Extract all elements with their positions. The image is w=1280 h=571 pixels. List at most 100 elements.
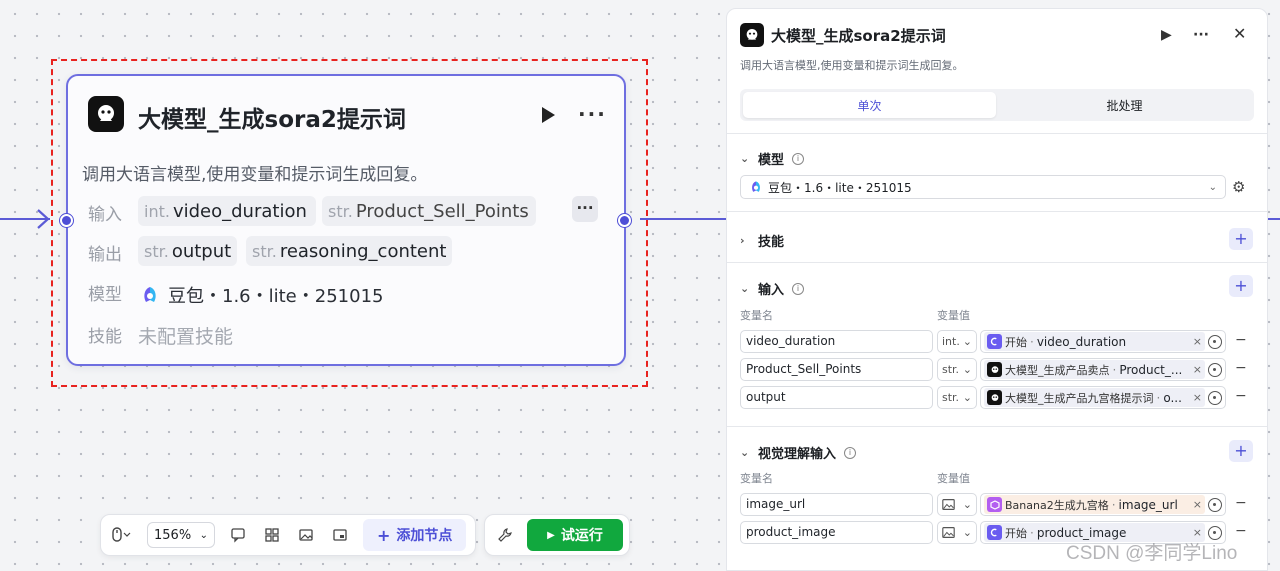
type-tag: str.: [252, 241, 277, 261]
variable-reference[interactable]: 开始 · video_duration ×: [980, 330, 1226, 353]
remove-row-button[interactable]: −: [1235, 495, 1247, 511]
chevron-down-icon: ⌄: [1208, 181, 1217, 193]
vision-section-header[interactable]: ⌄ 视觉理解输入 i: [740, 443, 857, 462]
variable-reference[interactable]: 大模型_生成产品九宫格提示词 · o... ×: [980, 386, 1226, 409]
clear-icon[interactable]: ×: [1193, 363, 1202, 376]
add-node-label: 添加节点: [396, 528, 453, 544]
output-name: output: [171, 240, 232, 262]
skills-section-header[interactable]: › 技能: [740, 231, 784, 250]
output-chip: str. reasoning_content: [246, 236, 453, 266]
doubao-icon: [752, 181, 760, 192]
dot-separator: ·: [1111, 497, 1116, 512]
model-section-header[interactable]: ⌄ 模型 i: [740, 149, 805, 168]
layout-icon[interactable]: [255, 527, 289, 543]
image-icon[interactable]: [289, 527, 323, 543]
variable-name-input[interactable]: product_image: [740, 521, 933, 544]
model-select[interactable]: 豆包・1.6・lite・251015 ⌄: [740, 175, 1226, 199]
variable-type-select[interactable]: str. ⌄: [937, 358, 977, 381]
reference-chip: 大模型_生成产品九宫格提示词 · o... ×: [984, 388, 1205, 407]
reference-source: 开始: [1005, 335, 1027, 349]
variable-name-input[interactable]: image_url: [740, 493, 933, 516]
remove-row-button[interactable]: −: [1235, 360, 1247, 376]
more-inputs-button[interactable]: ···: [572, 196, 598, 222]
variable-reference[interactable]: Banana2生成九宫格 · image_url ×: [980, 493, 1226, 516]
reference-variable: video_duration: [1036, 334, 1127, 349]
chevron-down-icon: ⌄: [962, 363, 972, 376]
input-port[interactable]: [60, 214, 73, 227]
input-section-header[interactable]: ⌄ 输入 i: [740, 279, 805, 298]
variable-type-select[interactable]: str. ⌄: [937, 386, 977, 409]
gear-icon[interactable]: ⚙: [1232, 178, 1245, 196]
watermark: CSDN @李同学Lino: [1066, 543, 1238, 564]
tab-batch[interactable]: 批处理: [998, 92, 1251, 118]
variable-name-input[interactable]: Product_Sell_Points: [740, 358, 933, 381]
section-title: 输入: [758, 283, 785, 298]
zoom-select[interactable]: 156% ⌄: [147, 522, 215, 548]
variable-name-input[interactable]: output: [740, 386, 933, 409]
play-icon[interactable]: [538, 104, 558, 126]
test-run-button[interactable]: ▶ 试运行: [527, 519, 623, 551]
chevron-right-icon: ›: [740, 234, 745, 247]
reference-source: 大模型_生成产品九宫格提示词: [1005, 391, 1154, 405]
remove-row-button[interactable]: −: [1235, 332, 1247, 348]
variable-type: int.: [942, 335, 960, 348]
target-icon[interactable]: [1208, 334, 1222, 349]
target-icon[interactable]: [1208, 362, 1222, 377]
target-icon[interactable]: [1208, 497, 1222, 512]
remove-row-button[interactable]: −: [1235, 523, 1247, 539]
llm-robot-icon: [987, 390, 1002, 405]
llm-robot-icon: [740, 23, 764, 47]
panel-title: 大模型_生成sora2提示词: [771, 27, 946, 45]
column-header-value: 变量值: [937, 472, 970, 485]
clear-icon[interactable]: ×: [1193, 335, 1202, 348]
variable-reference[interactable]: 大模型_生成产品卖点 · Product_... ×: [980, 358, 1226, 381]
plugin-cube-icon: [987, 497, 1002, 512]
variable-type-select[interactable]: int. ⌄: [937, 330, 977, 353]
node-model: 豆包・1.6・lite・251015: [140, 282, 383, 308]
dot-separator: ·: [1156, 390, 1161, 405]
divider: [727, 262, 1267, 263]
input-chip: int. video_duration: [138, 196, 316, 226]
run-toolbar: ▶ 试运行: [484, 514, 630, 556]
more-icon[interactable]: ···: [1193, 27, 1209, 43]
remove-row-button[interactable]: −: [1235, 388, 1247, 404]
zoom-value: 156%: [154, 527, 192, 543]
start-node-icon: [987, 334, 1002, 349]
section-title: 技能: [758, 235, 785, 250]
panel-description: 调用大语言模型,使用变量和提示词生成回复。: [740, 59, 964, 72]
outgoing-edge: [640, 218, 726, 220]
section-title: 视觉理解输入: [758, 447, 837, 462]
add-skill-button[interactable]: +: [1229, 228, 1253, 250]
close-icon[interactable]: ✕: [1233, 24, 1246, 43]
target-icon[interactable]: [1208, 390, 1222, 405]
output-port[interactable]: [618, 214, 631, 227]
minimap-icon[interactable]: [323, 527, 357, 543]
input-label: 输入: [88, 205, 122, 225]
comment-icon[interactable]: [221, 527, 255, 543]
variable-name-input[interactable]: video_duration: [740, 330, 933, 353]
add-input-button[interactable]: +: [1229, 275, 1253, 297]
clear-icon[interactable]: ×: [1193, 391, 1202, 404]
model-label: 模型: [88, 285, 122, 305]
clear-icon[interactable]: ×: [1193, 498, 1202, 511]
image-type-select[interactable]: ⌄: [937, 521, 977, 544]
column-header-name: 变量名: [740, 309, 773, 322]
add-vision-input-button[interactable]: +: [1229, 440, 1253, 462]
dot-separator: ·: [1112, 362, 1117, 377]
reference-chip: 开始 · video_duration ×: [984, 332, 1205, 351]
add-node-button[interactable]: + 添加节点: [363, 519, 467, 551]
more-icon[interactable]: ···: [578, 102, 607, 126]
reference-chip: Banana2生成九宫格 · image_url ×: [984, 495, 1205, 514]
type-tag: int.: [144, 201, 170, 221]
chevron-down-icon: ⌄: [962, 498, 972, 511]
mouse-icon[interactable]: [101, 527, 141, 543]
wrench-icon[interactable]: [491, 527, 519, 543]
plus-icon: +: [377, 525, 391, 545]
reference-source: 开始: [1005, 526, 1027, 540]
output-name: reasoning_content: [279, 240, 447, 262]
llm-node-card[interactable]: 大模型_生成sora2提示词 ··· 调用大语言模型,使用变量和提示词生成回复。…: [66, 74, 626, 366]
chevron-down-icon: ⌄: [962, 526, 972, 539]
image-type-select[interactable]: ⌄: [937, 493, 977, 516]
tab-single[interactable]: 单次: [743, 92, 996, 118]
play-icon[interactable]: ▶: [1161, 27, 1172, 43]
